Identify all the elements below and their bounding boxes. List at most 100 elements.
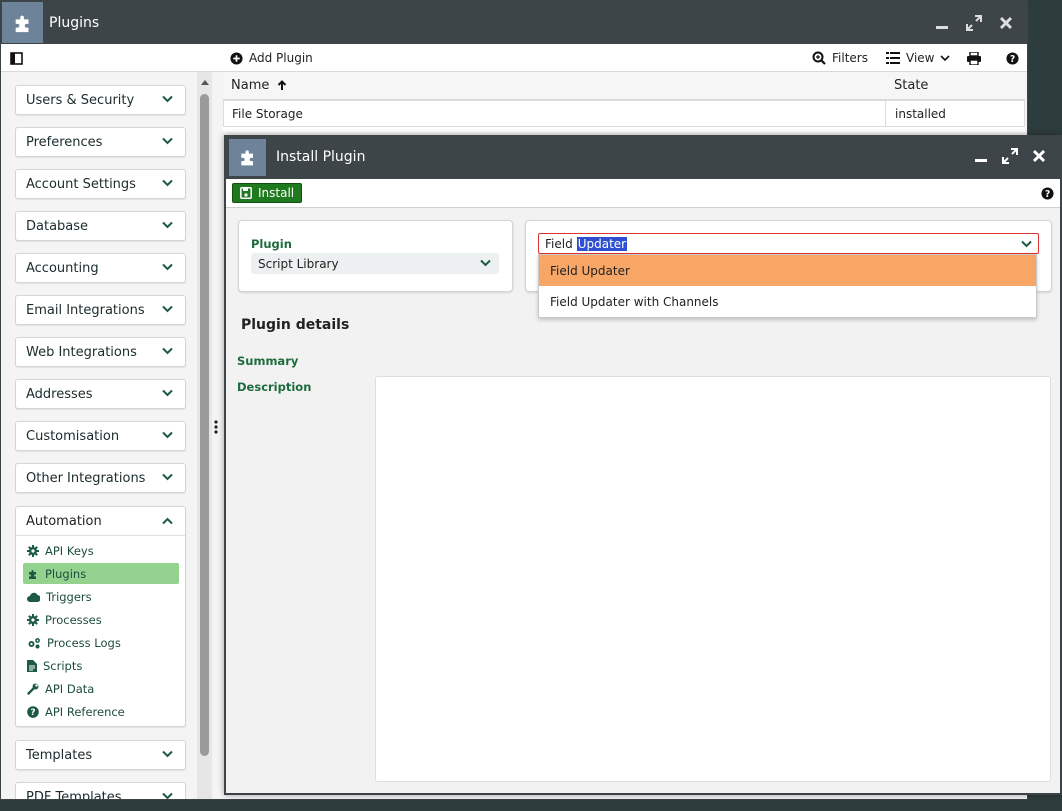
item-label: Plugins [45, 566, 87, 581]
sidebar-section-customisation[interactable]: Customisation [15, 421, 186, 451]
print-icon[interactable] [967, 44, 981, 72]
puzzle-icon [229, 138, 266, 176]
sidebar-scrollbar[interactable] [197, 72, 212, 799]
close-icon[interactable] [997, 14, 1015, 32]
plus-circle-icon [230, 51, 243, 65]
view-button[interactable]: View [886, 44, 951, 72]
section-label: Database [26, 218, 89, 234]
section-label: Web Integrations [26, 344, 137, 360]
sidebar-section-addresses[interactable]: Addresses [15, 379, 186, 409]
plugin-card: Plugin Script Library [238, 220, 513, 292]
chevron-down-icon [162, 473, 173, 481]
sidebar-section-account-settings[interactable]: Account Settings [15, 169, 186, 199]
plugin-label: Plugin [251, 237, 292, 251]
item-label: Processes [45, 612, 102, 627]
plugin-variant-combobox[interactable]: Field Updater [538, 233, 1039, 254]
chevron-down-icon [162, 179, 173, 187]
wrench-icon [27, 683, 39, 695]
plugin-details-title: Plugin details [241, 317, 350, 333]
search-icon [812, 51, 826, 65]
plugin-variant-dropdown: Field Updater Field Updater with Channel… [538, 254, 1037, 318]
add-plugin-button[interactable]: Add Plugin [230, 44, 313, 72]
chevron-down-icon [162, 263, 173, 271]
description-label: Description [237, 380, 312, 394]
sidebar-item-triggers[interactable]: Triggers [23, 586, 179, 607]
question-icon: ? [27, 705, 39, 718]
summary-label: Summary [237, 354, 299, 368]
sidebar-section-pdf-templates[interactable]: PDF Templates [15, 782, 186, 799]
main-toolbar: Add Plugin Filters View ? [1, 44, 1027, 72]
filters-button[interactable]: Filters [812, 44, 868, 72]
chevron-down-icon [480, 259, 491, 267]
settings-sidebar: Users & Security Preferences Account Set… [1, 72, 197, 799]
chevron-down-icon [162, 750, 173, 758]
sidebar-section-accounting[interactable]: Accounting [15, 253, 186, 283]
sidebar-section-automation: Automation API Keys Plugins Triggers Pro… [15, 506, 186, 727]
sort-up-icon [278, 80, 287, 90]
document-icon [27, 659, 37, 672]
sidebar-item-api-data[interactable]: API Data [23, 678, 179, 699]
sidebar-item-api-reference[interactable]: ? API Reference [23, 701, 179, 722]
section-label: Preferences [26, 134, 103, 150]
sidebar-item-api-keys[interactable]: API Keys [23, 540, 179, 561]
sidebar-section-users-security[interactable]: Users & Security [15, 85, 186, 115]
sidebar-section-web-integrations[interactable]: Web Integrations [15, 337, 186, 367]
combo-selected-text: Updater [576, 236, 628, 251]
plugin-select-value: Script Library [258, 256, 339, 271]
view-label: View [906, 51, 935, 65]
automation-header[interactable]: Automation [16, 507, 185, 536]
svg-text:?: ? [1010, 53, 1015, 64]
sidebar-item-process-logs[interactable]: Process Logs [23, 632, 179, 653]
dialog-toolbar: Install ? [226, 179, 1060, 208]
combo-text: Field [545, 236, 573, 251]
sidebar-section-preferences[interactable]: Preferences [15, 127, 186, 157]
item-label: Triggers [46, 589, 92, 604]
chevron-down-icon [162, 347, 173, 355]
sidebar-section-templates[interactable]: Templates [15, 740, 186, 770]
maximize-icon[interactable] [1002, 147, 1018, 167]
plugin-select[interactable]: Script Library [251, 253, 499, 274]
column-label: Name [231, 78, 270, 93]
install-button[interactable]: Install [232, 183, 303, 203]
chevron-down-icon [162, 137, 173, 145]
section-label: PDF Templates [26, 789, 122, 800]
column-header-name[interactable]: Name [223, 72, 885, 99]
chevron-down-icon [1021, 240, 1032, 248]
item-label: Process Logs [47, 635, 121, 650]
minimize-icon[interactable] [974, 149, 988, 166]
minimize-icon[interactable] [933, 14, 951, 32]
puzzle-icon [2, 2, 43, 43]
item-label: API Data [45, 681, 95, 696]
splitter-handle-icon[interactable] [214, 419, 218, 438]
dropdown-option[interactable]: Field Updater [539, 255, 1036, 286]
sidebar-section-other-integrations[interactable]: Other Integrations [15, 463, 186, 493]
maximize-icon[interactable] [965, 14, 983, 32]
section-label: Customisation [26, 428, 120, 444]
chevron-down-icon [940, 55, 951, 62]
section-label: Templates [26, 747, 93, 763]
sidebar-section-email-integrations[interactable]: Email Integrations [15, 295, 186, 325]
column-header-state[interactable]: State [886, 72, 928, 99]
help-icon[interactable]: ? [1006, 44, 1019, 72]
description-field[interactable] [375, 376, 1051, 782]
sidebar-section-database[interactable]: Database [15, 211, 186, 241]
cloud-icon [27, 592, 40, 602]
window-titlebar[interactable]: Plugins [1, 1, 1027, 44]
sidebar-item-processes[interactable]: Processes [23, 609, 179, 630]
help-icon[interactable]: ? [1041, 187, 1054, 203]
sidebar-toggle-icon[interactable] [10, 44, 23, 72]
chevron-down-icon [162, 221, 173, 229]
filters-label: Filters [832, 51, 868, 65]
sidebar-item-scripts[interactable]: Scripts [23, 655, 179, 676]
dialog-titlebar[interactable]: Install Plugin [226, 135, 1060, 179]
close-icon[interactable] [1032, 149, 1046, 166]
section-label: Addresses [26, 386, 93, 402]
scroll-thumb[interactable] [200, 94, 209, 756]
dropdown-option[interactable]: Field Updater with Channels [539, 286, 1036, 317]
section-label: Accounting [26, 260, 99, 276]
sidebar-item-plugins[interactable]: Plugins [23, 563, 179, 584]
table-header: Name State [223, 72, 1025, 100]
save-icon [240, 187, 252, 199]
plugins-table: Name State File Storage installed [223, 72, 1025, 132]
table-row[interactable]: File Storage installed [223, 100, 1025, 127]
